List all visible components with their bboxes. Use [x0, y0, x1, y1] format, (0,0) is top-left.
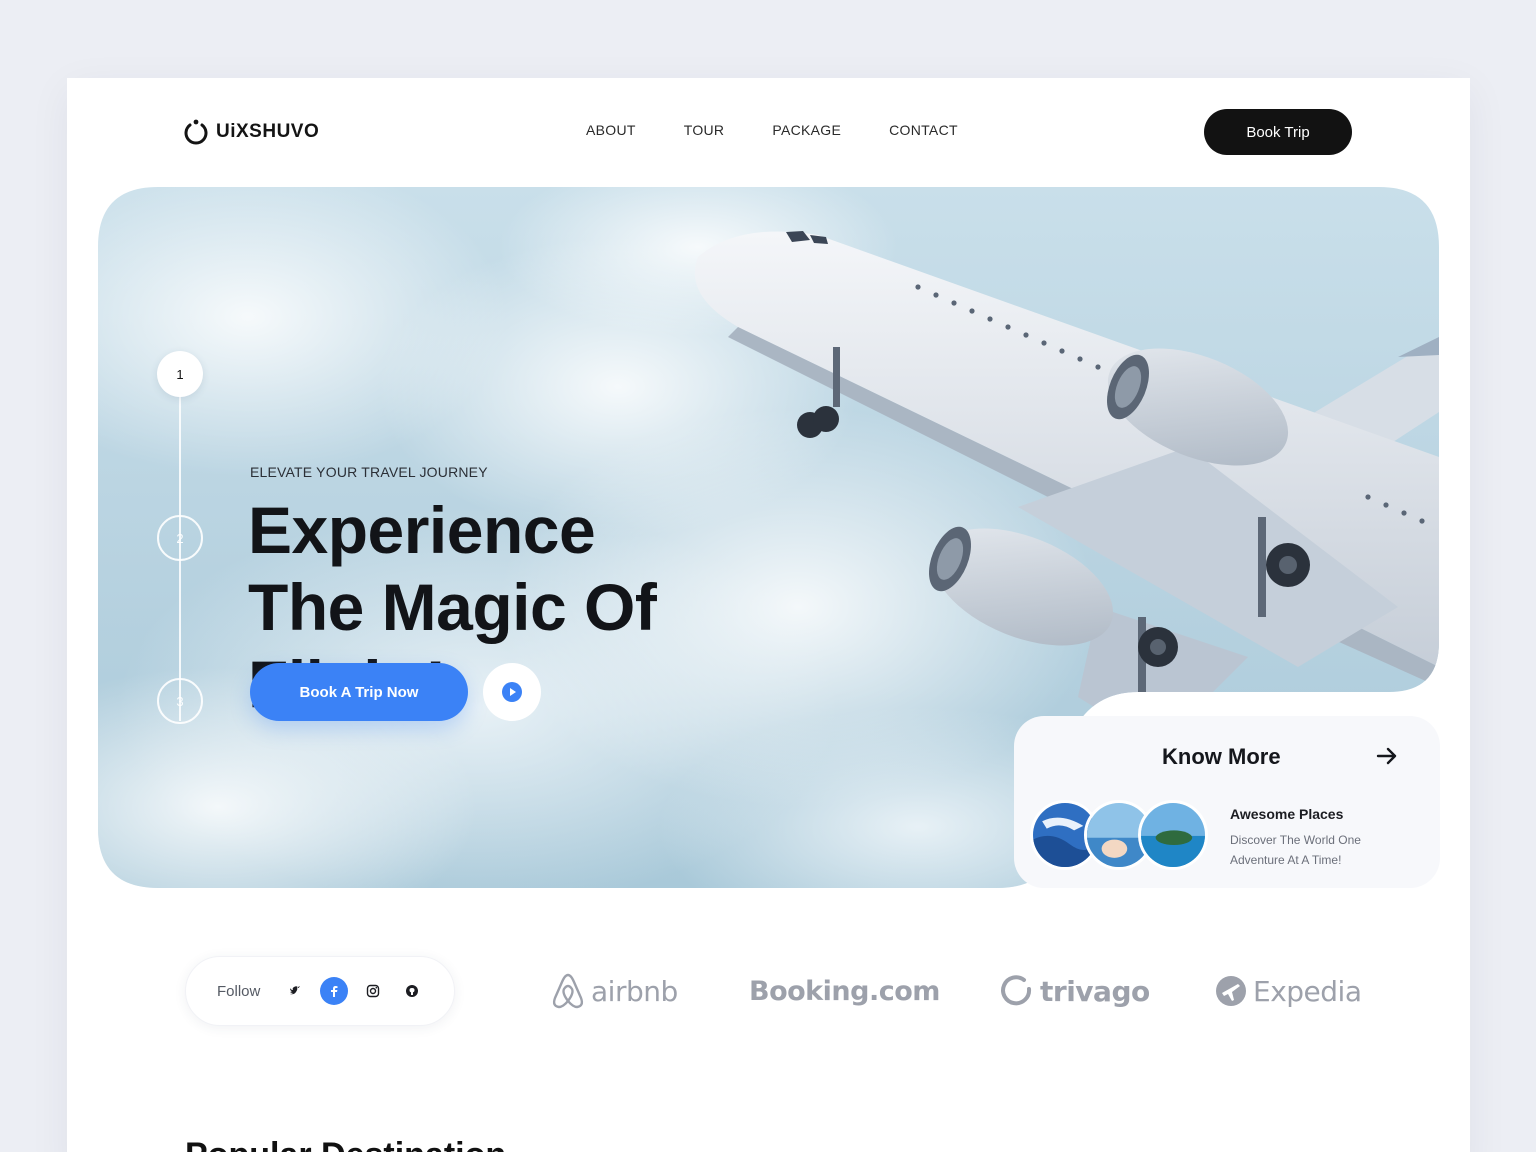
know-more-card[interactable]: Know More Awesome Places Discover The Wo… [1014, 716, 1440, 888]
partner-name-booking: Booking.com [749, 975, 940, 1007]
partner-expedia-logo: Expedia [1215, 968, 1362, 1014]
brand-name: UiXSHUVO [216, 121, 320, 142]
step-2[interactable]: 2 [157, 515, 203, 561]
nav-item-package[interactable]: PACKAGE [772, 122, 841, 138]
headline-line-2: The Magic Of [248, 570, 657, 644]
partner-trivago-logo: trivago [1000, 968, 1150, 1014]
hero-eyebrow: ELEVATE YOUR TRAVEL JOURNEY [250, 464, 488, 480]
places-title: Awesome Places [1230, 806, 1344, 822]
facebook-icon[interactable] [320, 977, 348, 1005]
book-trip-button[interactable]: Book Trip [1204, 109, 1352, 155]
brand-logo[interactable]: UiXSHUVO [182, 118, 319, 146]
nav-item-tour[interactable]: TOUR [684, 122, 725, 138]
arrow-right-icon[interactable] [1374, 743, 1400, 769]
nav-item-about[interactable]: ABOUT [586, 122, 636, 138]
github-icon[interactable] [398, 977, 426, 1005]
trivago-icon [1001, 975, 1032, 1006]
place-thumbnails [1030, 800, 1210, 872]
follow-bar: Follow [185, 956, 455, 1026]
step-1[interactable]: 1 [157, 351, 203, 397]
book-a-trip-now-button[interactable]: Book A Trip Now [250, 663, 468, 721]
step-3[interactable]: 3 [157, 678, 203, 724]
airbnb-icon [552, 973, 584, 1009]
follow-label: Follow [217, 983, 261, 1000]
partner-airbnb-logo: airbnb [551, 968, 678, 1014]
place-thumbnail-3[interactable] [1138, 800, 1208, 870]
partner-name-airbnb: airbnb [591, 974, 678, 1008]
popular-destination-heading: Popular Destination [185, 1136, 506, 1152]
know-more-title: Know More [1162, 744, 1281, 769]
partner-booking-logo: Booking.com [749, 968, 940, 1014]
play-video-button[interactable] [483, 663, 541, 721]
power-logo-icon [184, 119, 208, 145]
play-icon [502, 682, 522, 702]
partner-name-trivago: trivago [1040, 974, 1150, 1008]
main-nav: ABOUT TOUR PACKAGE CONTACT [586, 122, 958, 138]
expedia-icon [1216, 976, 1246, 1006]
twitter-icon[interactable] [281, 977, 309, 1005]
page-frame: UiXSHUVO ABOUT TOUR PACKAGE CONTACT Book… [67, 78, 1470, 1152]
headline-line-1: Experience [248, 493, 596, 567]
instagram-icon[interactable] [359, 977, 387, 1005]
places-description: Discover The World One Adventure At A Ti… [1230, 833, 1361, 867]
nav-item-contact[interactable]: CONTACT [889, 122, 958, 138]
partner-name-expedia: Expedia [1253, 974, 1362, 1008]
